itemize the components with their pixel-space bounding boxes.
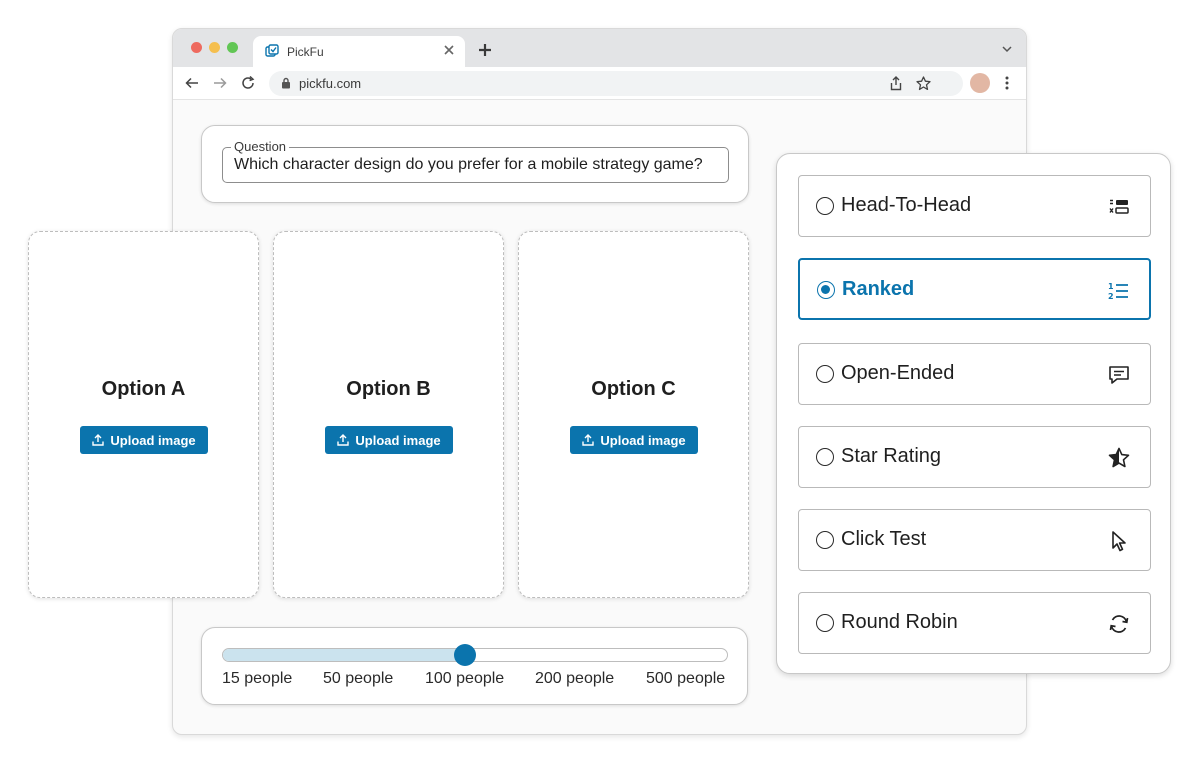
svg-text:1: 1 bbox=[1108, 282, 1114, 291]
question-type-label: Round Robin bbox=[841, 611, 958, 633]
radio-button[interactable] bbox=[816, 197, 834, 215]
back-arrow-icon[interactable] bbox=[185, 76, 199, 90]
slider-label-50[interactable]: 50 people bbox=[323, 670, 393, 688]
option-title: Option A bbox=[101, 378, 186, 400]
upload-image-button[interactable]: Upload image bbox=[325, 426, 453, 454]
question-type-label: Click Test bbox=[841, 528, 927, 550]
cursor-icon bbox=[1112, 531, 1126, 552]
maximize-window-button[interactable] bbox=[227, 42, 238, 53]
close-tab-icon[interactable] bbox=[443, 44, 455, 56]
pickfu-logo-icon bbox=[265, 44, 279, 57]
upload-image-label: Upload image bbox=[600, 432, 686, 448]
upload-icon bbox=[337, 434, 350, 446]
option-card-a[interactable]: Option A Upload image bbox=[28, 231, 259, 598]
question-type-label: Open-Ended bbox=[841, 362, 955, 384]
reload-icon[interactable] bbox=[241, 76, 255, 90]
question-type-ranked[interactable]: Ranked 1 2 bbox=[798, 258, 1151, 320]
question-type-label: Star Rating bbox=[841, 445, 942, 467]
option-title: Option B bbox=[346, 378, 431, 400]
upload-image-button[interactable]: Upload image bbox=[570, 426, 698, 454]
slider-label-500[interactable]: 500 people bbox=[646, 670, 725, 688]
upload-image-label: Upload image bbox=[355, 432, 441, 448]
audience-slider-card: 15 people 50 people 100 people 200 peopl… bbox=[201, 627, 748, 705]
upload-image-label: Upload image bbox=[110, 432, 196, 448]
avatar[interactable] bbox=[970, 73, 990, 93]
radio-button[interactable] bbox=[816, 365, 834, 383]
minimize-window-button[interactable] bbox=[209, 42, 220, 53]
question-type-label: Head-To-Head bbox=[841, 194, 972, 216]
question-type-open-ended[interactable]: Open-Ended bbox=[798, 343, 1151, 405]
question-type-round-robin[interactable]: Round Robin bbox=[798, 592, 1151, 654]
question-type-head-to-head[interactable]: Head-To-Head bbox=[798, 175, 1151, 237]
slider-label-100[interactable]: 100 people bbox=[425, 670, 504, 688]
slider-label-15[interactable]: 15 people bbox=[222, 670, 292, 688]
question-type-star-rating[interactable]: Star Rating bbox=[798, 426, 1151, 488]
share-icon[interactable] bbox=[889, 76, 903, 91]
question-type-panel: Head-To-Head Ranked 1 2 Open-Ended Star … bbox=[776, 153, 1171, 674]
audience-slider-thumb[interactable] bbox=[454, 644, 476, 666]
close-window-button[interactable] bbox=[191, 42, 202, 53]
tab-title: PickFu bbox=[287, 45, 324, 59]
question-type-click-test[interactable]: Click Test bbox=[798, 509, 1151, 571]
radio-button[interactable] bbox=[816, 614, 834, 632]
slider-label-200[interactable]: 200 people bbox=[535, 670, 614, 688]
radio-button[interactable] bbox=[816, 531, 834, 549]
option-card-c[interactable]: Option C Upload image bbox=[518, 231, 749, 598]
new-tab-icon[interactable] bbox=[478, 43, 492, 57]
tab-strip: PickFu bbox=[173, 29, 1026, 67]
star-icon bbox=[1108, 447, 1130, 468]
question-card: Question Which character design do you p… bbox=[201, 125, 749, 203]
question-type-label: Ranked bbox=[842, 278, 915, 300]
radio-button-selected[interactable] bbox=[817, 281, 835, 299]
question-value: Which character design do you prefer for… bbox=[234, 156, 703, 173]
chevron-down-icon[interactable] bbox=[1002, 45, 1012, 53]
lock-icon bbox=[282, 77, 290, 89]
upload-icon bbox=[582, 434, 595, 446]
more-menu-icon[interactable] bbox=[1005, 76, 1009, 90]
comment-icon bbox=[1109, 366, 1129, 384]
bookmark-star-icon[interactable] bbox=[916, 76, 931, 91]
upload-icon bbox=[92, 434, 105, 446]
option-card-b[interactable]: Option B Upload image bbox=[273, 231, 504, 598]
address-bar[interactable]: pickfu.com bbox=[269, 71, 963, 96]
option-title: Option C bbox=[591, 378, 676, 400]
ranked-list-icon: 1 2 bbox=[1108, 282, 1128, 301]
radio-button[interactable] bbox=[816, 448, 834, 466]
refresh-icon bbox=[1109, 615, 1129, 633]
forward-arrow-icon[interactable] bbox=[213, 76, 227, 90]
svg-text:2: 2 bbox=[1108, 292, 1114, 301]
browser-toolbar: pickfu.com bbox=[173, 67, 1026, 100]
url-text: pickfu.com bbox=[299, 76, 362, 91]
audience-slider-labels: 15 people 50 people 100 people 200 peopl… bbox=[222, 670, 729, 690]
browser-tab[interactable]: PickFu bbox=[253, 36, 465, 67]
question-input[interactable]: Question Which character design do you p… bbox=[222, 139, 729, 183]
upload-image-button[interactable]: Upload image bbox=[80, 426, 208, 454]
audience-slider-fill bbox=[223, 649, 465, 661]
question-label: Question bbox=[231, 139, 290, 154]
head-to-head-icon bbox=[1109, 199, 1129, 214]
